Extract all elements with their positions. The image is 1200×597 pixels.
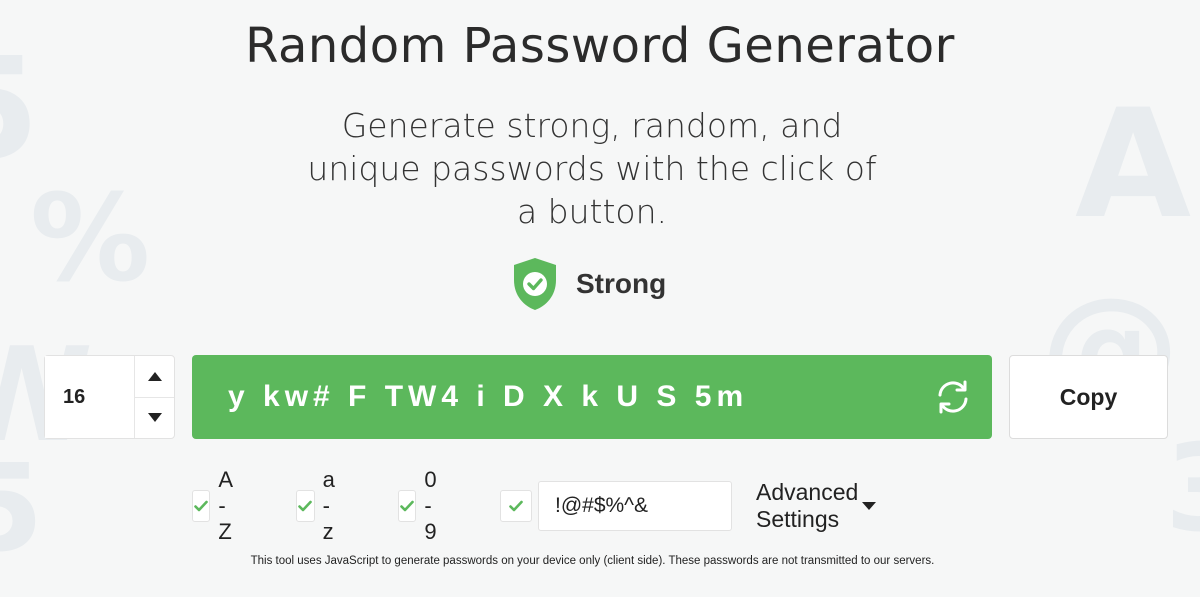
symbols-input[interactable] [538,481,732,531]
advanced-settings-toggle[interactable]: Advanced Settings [756,479,877,532]
privacy-footnote: This tool uses JavaScript to generate pa… [250,555,935,567]
caret-down-icon [862,502,877,510]
symbols-checkbox[interactable] [500,490,532,522]
numbers-option[interactable]: 0 - 9 [398,467,451,544]
shield-check-icon [514,258,556,310]
background-glyph: 3 [1165,430,1200,550]
triangle-down-icon [147,413,162,423]
numbers-checkbox[interactable] [398,490,417,522]
decrease-length-button[interactable] [135,396,174,439]
password-length-input[interactable] [45,356,135,438]
uppercase-option[interactable]: A - Z [192,467,246,544]
checkmark-icon [509,500,523,512]
triangle-up-icon [147,371,162,381]
symbols-option[interactable] [500,481,532,531]
generated-password-field[interactable]: y kw# F TW4 i D X k U S 5m [192,355,992,439]
page-title: Random Password Generator [245,18,955,74]
numbers-label: 0 - 9 [424,467,438,544]
refresh-icon [938,380,968,414]
checkmark-icon [298,500,313,512]
uppercase-checkbox[interactable] [192,490,211,522]
generated-password-text[interactable]: y kw# F TW4 i D X k U S 5m [228,380,748,414]
password-strength-indicator: Strong [510,256,666,312]
checkmark-icon [400,500,415,512]
increase-length-button[interactable] [135,356,174,397]
regenerate-password-button[interactable] [934,378,972,416]
copy-button[interactable]: Copy [1009,355,1168,439]
uppercase-label: A - Z [218,467,233,544]
background-glyph: 5 [0,440,44,579]
strength-label: Strong [576,268,667,299]
page-subtitle: Generate strong, random, and unique pass… [307,106,877,231]
length-stepper [135,356,174,438]
password-length-control [44,355,175,439]
background-glyph: A [1075,78,1192,252]
advanced-settings-label: Advanced Settings [756,479,859,532]
background-glyph: % [30,170,151,309]
checkmark-icon [194,500,208,512]
lowercase-checkbox[interactable] [296,490,315,522]
lowercase-label: a - z [322,467,336,544]
lowercase-option[interactable]: a - z [296,467,349,544]
